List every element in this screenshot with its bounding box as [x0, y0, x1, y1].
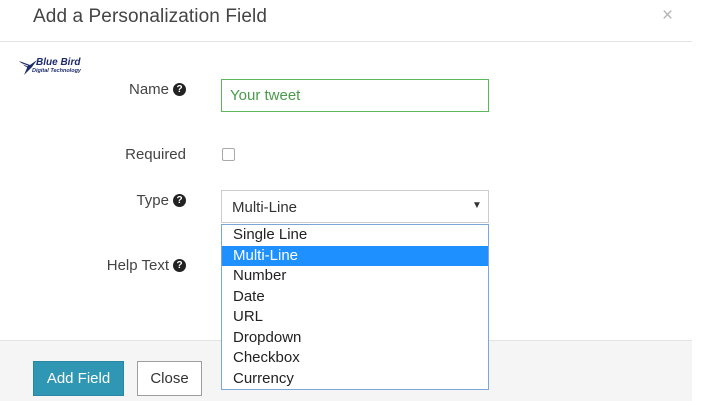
logo-tagline: Digital Technology: [32, 68, 81, 74]
type-option[interactable]: Checkbox: [222, 348, 488, 369]
required-label: Required: [125, 146, 186, 163]
dialog-title: Add a Personalization Field: [33, 6, 268, 27]
required-label-text: Required: [125, 146, 186, 163]
required-checkbox[interactable]: [222, 148, 235, 161]
name-label: Name ?: [129, 81, 186, 98]
type-select[interactable]: Multi-Line ▼: [221, 190, 489, 223]
type-option[interactable]: Number: [222, 266, 488, 287]
question-circle-icon: ?: [173, 83, 186, 96]
type-option[interactable]: Single Line: [222, 225, 488, 246]
page-gutter: [692, 0, 711, 400]
help-text-label-text: Help Text: [106, 257, 169, 274]
close-button[interactable]: Close: [137, 361, 202, 396]
question-circle-icon: ?: [173, 194, 186, 207]
type-option[interactable]: URL: [222, 307, 488, 328]
logo-name: Blue Bird: [36, 57, 81, 68]
question-circle-icon: ?: [173, 259, 186, 272]
type-select-value: Multi-Line: [232, 199, 298, 216]
name-input[interactable]: [221, 79, 489, 112]
personalization-dialog: Add a Personalization Field × Blue Bird …: [0, 0, 692, 401]
type-option[interactable]: Date: [222, 287, 488, 308]
caret-down-icon: ▼: [472, 200, 482, 211]
close-icon[interactable]: ×: [662, 5, 673, 27]
dialog-header: Add a Personalization Field ×: [0, 0, 692, 42]
blue-bird-logo: Blue Bird Digital Technology: [18, 57, 98, 79]
add-field-button[interactable]: Add Field: [33, 361, 124, 396]
type-option[interactable]: Multi-Line: [222, 245, 488, 266]
name-label-text: Name: [128, 81, 169, 98]
type-dropdown-list: Single Line Multi-Line Number Date URL Dropdo…: [221, 224, 489, 390]
type-option[interactable]: Dropdown: [222, 328, 488, 349]
bird-icon: [19, 60, 37, 75]
type-label: Type ?: [136, 192, 186, 209]
type-option[interactable]: Currency: [222, 369, 488, 390]
type-label-text: Type: [136, 192, 169, 209]
help-text-label: Help Text ?: [107, 257, 186, 274]
